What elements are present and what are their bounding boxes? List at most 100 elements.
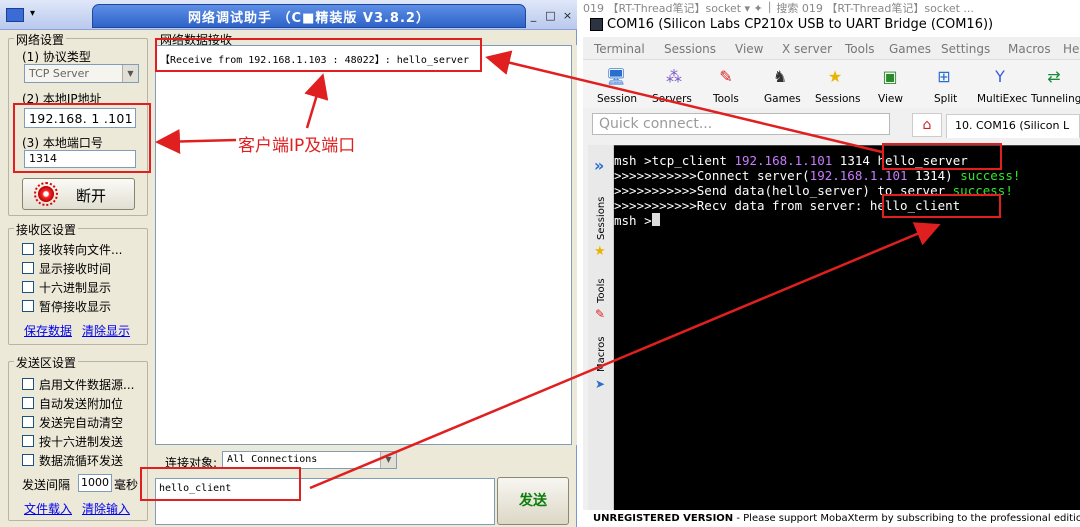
ip-text: 192.168.1.101 [809,168,908,183]
protocol-label: (1) 协议类型 [22,50,91,64]
auto-append-label: 自动发送附加位 [39,397,124,411]
mid-text: 1314) [907,168,961,183]
highlight-hello-client [882,194,1001,218]
macros-side-icon: ➤ [595,377,606,391]
multiexec-icon[interactable]: Y [989,66,1011,88]
split-icon[interactable]: ⊞ [933,66,955,88]
hex-display-checkbox[interactable] [22,281,34,293]
disconnect-button-label: 断开 [76,187,107,205]
toolbar-multiexec-label: MultiExec [977,93,1028,105]
hex-display-label: 十六进制显示 [39,281,112,295]
send-interval-unit: 毫秒 [114,478,139,492]
recv-scrollbar[interactable] [572,45,577,445]
send-interval-label: 发送间隔 [22,478,71,492]
session-icon[interactable]: 🖥 [605,66,627,88]
toolbar-session-label: Session [597,93,638,105]
tools-side-icon: ✎ [595,307,606,321]
unregistered-label: UNREGISTERED VERSION [593,513,734,524]
status-bar[interactable]: UNREGISTERED VERSION - Please support Mo… [583,510,1080,527]
menu-view[interactable]: View [735,42,763,56]
tab-com16[interactable]: 10. COM16 (Silicon L [946,114,1080,138]
toolbar-split-label: Split [934,93,958,105]
terminal-app-icon [590,18,603,31]
system-menu-icon[interactable]: ▾ [30,8,35,19]
quick-connect-input[interactable]: Quick connect... [592,113,890,135]
clear-display-link[interactable]: 清除显示 [82,322,130,339]
tunneling-icon[interactable]: ⇄ [1043,66,1065,88]
side-tab-tools[interactable]: Tools [596,278,607,303]
toolbar-view-label: View [878,93,903,105]
tools-icon[interactable]: ✎ [715,66,737,88]
toolbar-tunneling-label: Tunneling [1031,93,1080,105]
menu-macros[interactable]: Macros [1008,42,1051,56]
show-recv-time-label: 显示接收时间 [39,262,112,276]
window-title: 网络调试助手 （C■精装版 V3.8.2） [188,11,430,26]
minimize-button[interactable]: _ [526,8,541,23]
terminal-border [614,145,1080,146]
clear-input-link[interactable]: 清除输入 [82,500,130,517]
send-interval-field[interactable]: 1000 [78,474,112,492]
recv-textarea[interactable] [155,45,572,445]
menu-terminal[interactable]: Terminal [594,42,645,56]
save-data-link[interactable]: 保存数据 [24,322,72,339]
toolbar-servers-label: Servers [652,93,692,105]
connection-led-icon [38,186,54,202]
menu-games[interactable]: Games [889,42,931,56]
menu-settings[interactable]: Settings [941,42,990,56]
maximize-button[interactable]: □ [543,8,558,23]
servers-icon[interactable]: ⁂ [663,66,685,88]
hex-send-checkbox[interactable] [22,435,34,447]
sessions-star-icon[interactable]: ★ [824,66,846,88]
side-tab-macros[interactable]: Macros [596,337,607,372]
games-icon[interactable]: ♞ [769,66,791,88]
auto-clear-label: 发送完自动清空 [39,416,124,430]
recv-to-file-checkbox[interactable] [22,243,34,255]
file-source-label: 启用文件数据源... [39,378,135,392]
menu-xserver[interactable]: X server [782,42,832,56]
ip-text: 192.168.1.101 [734,153,833,168]
toolbar-tools-label: Tools [713,93,739,105]
loop-send-label: 数据流循环发送 [39,454,124,468]
expand-chevron-icon[interactable]: » [594,156,604,175]
send-settings-label: 发送区设置 [14,354,79,371]
pause-recv-checkbox[interactable] [22,300,34,312]
menu-sessions[interactable]: Sessions [664,42,716,56]
star-icon: ★ [594,244,606,259]
background-browser-tab: 019 【RT-Thread笔记】socket ▾ ✦ │ 搜索 019 【RT… [583,0,1080,13]
auto-append-checkbox[interactable] [22,397,34,409]
port-text: 1314 [832,153,878,168]
mobaxterm-title: COM16 (Silicon Labs CP210x USB to UART B… [607,17,994,32]
file-source-checkbox[interactable] [22,378,34,390]
command: tcp_client [651,153,735,168]
toolbar-games-label: Games [764,93,801,105]
close-button[interactable]: × [560,8,575,23]
app-icon[interactable] [6,8,24,22]
menu-tools[interactable]: Tools [845,42,875,56]
prefix: >>>>>>>>>>>Recv data from server: [614,198,870,213]
home-icon[interactable]: ⌂ [912,113,942,137]
pause-recv-label: 暂停接收显示 [39,300,112,314]
chevron-down-icon[interactable]: ▼ [380,452,396,468]
status-text: - Please support MobaXterm by subscribin… [733,513,1080,524]
show-recv-time-checkbox[interactable] [22,262,34,274]
load-file-link[interactable]: 文件载入 [24,500,72,517]
auto-clear-checkbox[interactable] [22,416,34,428]
side-tab-sessions[interactable]: Sessions [596,197,607,240]
recv-to-file-label: 接收转向文件... [39,243,123,257]
terminal-line-2: >>>>>>>>>>>Connect server(192.168.1.101 … [614,168,1020,183]
chevron-down-icon[interactable]: ▼ [122,65,138,82]
annotation-label: 客户端IP及端口 [238,136,356,156]
prompt: msh > [614,153,652,168]
highlight-recv-line [155,38,482,72]
net-settings-label: 网络设置 [14,31,67,48]
terminal-line-5: msh > [614,213,652,228]
loop-send-checkbox[interactable] [22,454,34,466]
view-icon[interactable]: ▣ [879,66,901,88]
send-button[interactable]: 发送 [497,477,569,525]
highlight-send-text [140,467,301,501]
highlight-hello-server [882,143,1002,170]
menu-help[interactable]: He [1063,42,1079,56]
toolbar-sessions-label: Sessions [815,93,861,105]
prefix: >>>>>>>>>>>Connect server( [614,168,810,183]
hex-send-label: 按十六进制发送 [39,435,124,449]
